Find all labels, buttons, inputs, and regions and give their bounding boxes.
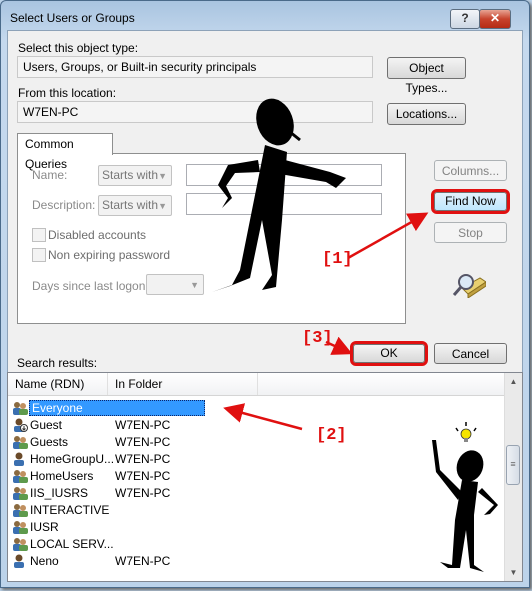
search-results-label: Search results: xyxy=(17,356,98,370)
user-disabled-icon xyxy=(14,418,28,432)
result-name: LOCAL SERV... xyxy=(30,537,114,551)
help-button[interactable]: ? xyxy=(450,9,480,29)
result-name: Guests xyxy=(30,435,69,449)
list-item[interactable]: HomeGroupU... W7EN-PC xyxy=(8,451,308,467)
group-icon xyxy=(13,402,28,415)
result-folder: W7EN-PC xyxy=(115,452,171,466)
annotation-label-2: [2] xyxy=(316,426,347,445)
disabled-accounts-label: Disabled accounts xyxy=(48,228,147,242)
result-name: HomeUsers xyxy=(30,469,94,483)
disabled-accounts-checkbox[interactable] xyxy=(32,228,46,242)
result-name: Guest xyxy=(30,418,63,432)
name-input[interactable] xyxy=(186,164,382,186)
annotation-label-3: [3] xyxy=(302,329,333,348)
window-title: Select Users or Groups xyxy=(10,11,135,25)
title-bar: Select Users or Groups ? ✕ xyxy=(1,1,529,31)
result-name: IIS_IUSRS xyxy=(30,486,89,500)
search-results-list: Name (RDN) In Folder Everyone Guest W7EN-P… xyxy=(7,372,523,582)
tab-common-queries[interactable]: Common Queries xyxy=(17,133,113,171)
list-item[interactable]: Neno W7EN-PC xyxy=(8,553,308,569)
group-icon xyxy=(13,538,28,551)
ok-button[interactable]: OK xyxy=(350,341,428,366)
name-mode-value: Starts with xyxy=(102,168,159,182)
location-field: W7EN-PC xyxy=(17,101,373,123)
result-name: Everyone xyxy=(29,400,205,416)
result-folder: W7EN-PC xyxy=(115,435,171,449)
user-icon xyxy=(14,452,24,466)
group-icon xyxy=(13,504,28,517)
list-item[interactable]: LOCAL SERV... xyxy=(8,536,308,552)
days-since-logon-select[interactable]: ▼ xyxy=(146,274,204,295)
stop-button[interactable]: Stop xyxy=(434,222,507,243)
results-header: Name (RDN) In Folder xyxy=(8,373,505,396)
description-label: Description: xyxy=(32,198,96,212)
close-icon: ✕ xyxy=(489,11,501,25)
chevron-down-icon: ▼ xyxy=(190,280,199,290)
list-item[interactable]: IIS_IUSRS W7EN-PC xyxy=(8,485,308,501)
list-item[interactable]: Everyone xyxy=(8,400,308,416)
column-header-name[interactable]: Name (RDN) xyxy=(8,373,108,395)
result-folder: W7EN-PC xyxy=(115,418,171,432)
group-icon xyxy=(13,470,28,483)
cancel-button[interactable]: Cancel xyxy=(434,343,507,364)
user-icon xyxy=(14,554,24,568)
scrollbar-thumb[interactable]: ≡ xyxy=(506,445,520,485)
result-folder: W7EN-PC xyxy=(115,486,171,500)
non-expiring-password-checkbox[interactable] xyxy=(32,248,46,262)
chevron-down-icon: ▼ xyxy=(158,171,167,181)
locations-button[interactable]: Locations... xyxy=(387,103,466,125)
description-input[interactable] xyxy=(186,193,382,215)
scroll-down-icon[interactable]: ▼ xyxy=(505,564,522,581)
object-types-button[interactable]: Object Types... xyxy=(387,57,466,95)
result-name: Neno xyxy=(30,554,59,568)
result-folder: W7EN-PC xyxy=(115,469,171,483)
list-item[interactable]: IUSR xyxy=(8,519,308,535)
days-since-logon-label: Days since last logon: xyxy=(32,279,149,293)
group-icon xyxy=(13,521,28,534)
description-mode-select[interactable]: Starts with ▼ xyxy=(98,195,172,216)
result-name: HomeGroupU... xyxy=(30,452,115,466)
annotation-label-1: [1] xyxy=(322,250,353,269)
description-mode-value: Starts with xyxy=(102,198,159,212)
result-name: IUSR xyxy=(30,520,59,534)
close-button[interactable]: ✕ xyxy=(479,9,511,29)
group-icon xyxy=(13,487,28,500)
non-expiring-password-label: Non expiring password xyxy=(48,248,171,262)
results-scrollbar[interactable]: ▲ ≡ ▼ xyxy=(504,373,522,581)
result-folder: W7EN-PC xyxy=(115,554,171,568)
list-item[interactable]: Guest W7EN-PC xyxy=(8,417,308,433)
search-magnifier-icon xyxy=(452,274,486,298)
result-name: INTERACTIVE xyxy=(30,503,110,517)
object-type-label: Select this object type: xyxy=(18,41,139,55)
object-type-field: Users, Groups, or Built-in security prin… xyxy=(17,56,373,78)
list-item[interactable]: INTERACTIVE xyxy=(8,502,308,518)
columns-button[interactable]: Columns... xyxy=(434,160,507,181)
scroll-up-icon[interactable]: ▲ xyxy=(505,373,522,390)
group-icon xyxy=(13,436,28,449)
name-mode-select[interactable]: Starts with ▼ xyxy=(98,165,172,186)
chevron-down-icon: ▼ xyxy=(158,201,167,211)
list-item[interactable]: Guests W7EN-PC xyxy=(8,434,308,450)
find-now-button[interactable]: Find Now xyxy=(431,189,510,214)
list-item[interactable]: HomeUsers W7EN-PC xyxy=(8,468,308,484)
location-label: From this location: xyxy=(18,86,117,100)
column-header-folder[interactable]: In Folder xyxy=(108,373,258,395)
